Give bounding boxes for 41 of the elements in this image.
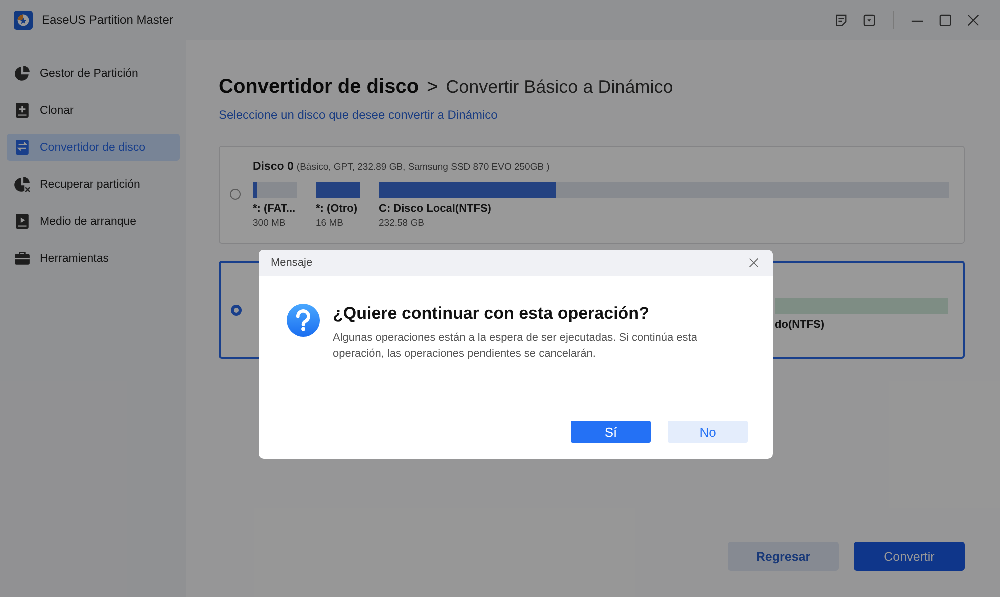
radio-button[interactable]	[231, 305, 242, 316]
sidebar-item[interactable]: Medio de arranque	[7, 208, 180, 235]
dialog-button[interactable]: Sí	[571, 421, 651, 443]
partition-size: 300 MB	[253, 218, 287, 229]
disk-convert-icon	[14, 139, 31, 156]
partition-label: do(NTFS)	[775, 319, 826, 331]
disk-plus-icon	[14, 102, 31, 119]
disk-name: Disco 0	[253, 161, 294, 173]
toolbox-icon	[14, 250, 31, 267]
pie-chart-icon	[14, 65, 31, 82]
footer-button[interactable]: Convertir	[854, 542, 965, 571]
sidebar-item[interactable]: Recuperar partición	[7, 171, 180, 198]
page-subtitle: Convertir Básico a Dinámico	[446, 77, 674, 98]
maximize-icon[interactable]	[939, 14, 952, 26]
disk-details: (Básico, GPT, 232.89 GB, Samsung SSD 870 EVO 250GB )	[296, 162, 550, 173]
partition-size: 232.58 GB	[379, 218, 426, 229]
dialog-button[interactable]: No	[668, 421, 748, 443]
note-icon[interactable]	[835, 14, 848, 26]
app-logo-icon	[14, 10, 33, 30]
dialog-title: Mensaje	[271, 257, 313, 269]
partition-label: C: Disco Local(NTFS)	[379, 203, 492, 215]
sidebar-item[interactable]: Gestor de Partición	[7, 60, 180, 87]
dropdown-box-icon[interactable]	[863, 14, 876, 26]
partition-size: 16 MB	[316, 218, 344, 229]
partition-label: *: (Otro)	[316, 203, 359, 215]
disk-card[interactable]: Disco 0 (Básico, GPT, 232.89 GB, Samsung SSD 870 EVO 250GB ) *: (FAT... 300 MB *: (Otro) 16 MB C: Disco Local(NTFS) 232.58 GB	[219, 146, 965, 244]
sidebar-item[interactable]: Herramientas	[7, 245, 180, 272]
breadcrumb-separator: >	[427, 77, 438, 99]
close-icon[interactable]	[749, 258, 759, 268]
instruction-text: Seleccione un disco que desee convertir a Dinámico	[219, 108, 498, 122]
footer-button[interactable]: Regresar	[728, 542, 839, 571]
close-icon[interactable]	[967, 14, 980, 26]
window-title: EaseUS Partition Master	[42, 13, 174, 27]
partition-label: *: (FAT...	[253, 203, 297, 215]
dialog-message: Algunas operaciones están a la espera de ser ejecutadas. Si continúa esta operación, las operaciones pendientes se cancelarán.	[333, 331, 698, 362]
question-icon	[286, 303, 321, 338]
page-title: Convertidor de disco	[219, 76, 420, 99]
dialog-heading: ¿Quiere continuar con esta operación?	[333, 304, 650, 324]
sidebar-item[interactable]: Clonar	[7, 97, 180, 124]
pie-restore-icon	[14, 176, 31, 193]
radio-button[interactable]	[230, 189, 241, 200]
